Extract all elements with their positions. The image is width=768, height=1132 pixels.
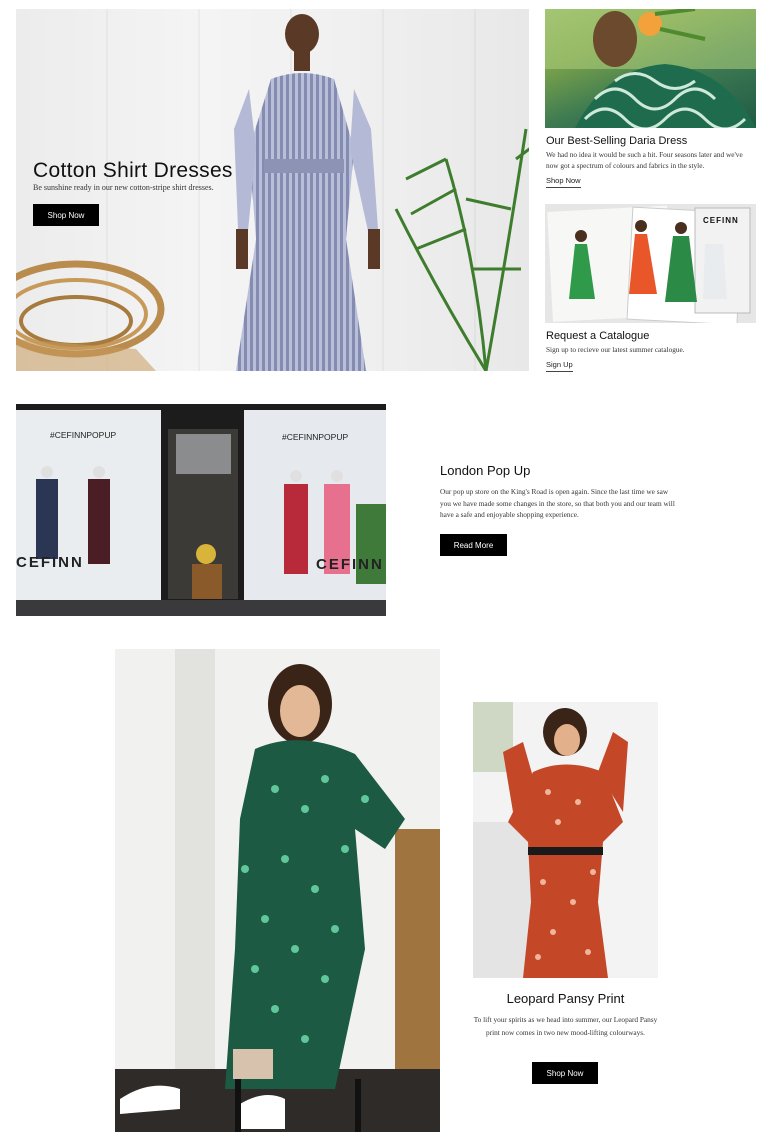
leopard-dress-photo — [473, 702, 658, 978]
daria-shop-now-link[interactable]: Shop Now — [546, 176, 581, 188]
daria-title: Our Best-Selling Daria Dress — [546, 135, 688, 147]
leopard-shop-now-button[interactable]: Shop Now — [532, 1062, 598, 1084]
green-dress-photo — [115, 649, 440, 1132]
window-brand-left: CEFINN — [16, 554, 84, 571]
green-leopard-dress-image[interactable] — [115, 649, 440, 1132]
catalogue-image[interactable]: CEFINN — [545, 204, 756, 323]
model-striped-dress-illustration — [234, 14, 380, 371]
leopard-title: Leopard Pansy Print — [506, 991, 625, 1006]
daria-dress-image[interactable] — [545, 9, 756, 128]
daria-text: We had no idea it would be such a hit. F… — [546, 150, 743, 170]
leopard-text: To lift your spirits as we head into sum… — [473, 1015, 658, 1037]
london-read-more-button[interactable]: Read More — [440, 534, 507, 556]
palm-plant-illustration — [394, 128, 529, 371]
catalogue-cover-brand: CEFINN — [703, 216, 739, 225]
window-sign-left: #CEFINNPOPUP — [50, 430, 117, 440]
window-brand-right: CEFINN — [316, 556, 384, 573]
catalogue-sign-up-link[interactable]: Sign Up — [546, 360, 573, 372]
hero-subtitle: Be sunshine ready in our new cotton-stri… — [33, 183, 214, 192]
london-text: Our pop up store on the King's Road is o… — [440, 487, 675, 519]
daria-photo — [545, 9, 756, 128]
window-sign-right: #CEFINNPOPUP — [282, 432, 349, 442]
hero-banner[interactable]: Cotton Shirt Dresses Be sunshine ready i… — [16, 9, 529, 371]
catalogue-text: Sign up to recieve our latest summer cat… — [546, 345, 685, 354]
hero-shop-now-button[interactable]: Shop Now — [33, 204, 99, 226]
london-popup-image[interactable]: #CEFINNPOPUP #CEFINNPOPUP CEFINN CEFINN — [16, 404, 386, 616]
rattan-chair-illustration — [16, 260, 165, 371]
catalogue-title: Request a Catalogue — [546, 330, 650, 342]
hero-title: Cotton Shirt Dresses — [33, 159, 233, 182]
leopard-pansy-image[interactable] — [473, 702, 658, 978]
london-title: London Pop Up — [440, 463, 531, 478]
